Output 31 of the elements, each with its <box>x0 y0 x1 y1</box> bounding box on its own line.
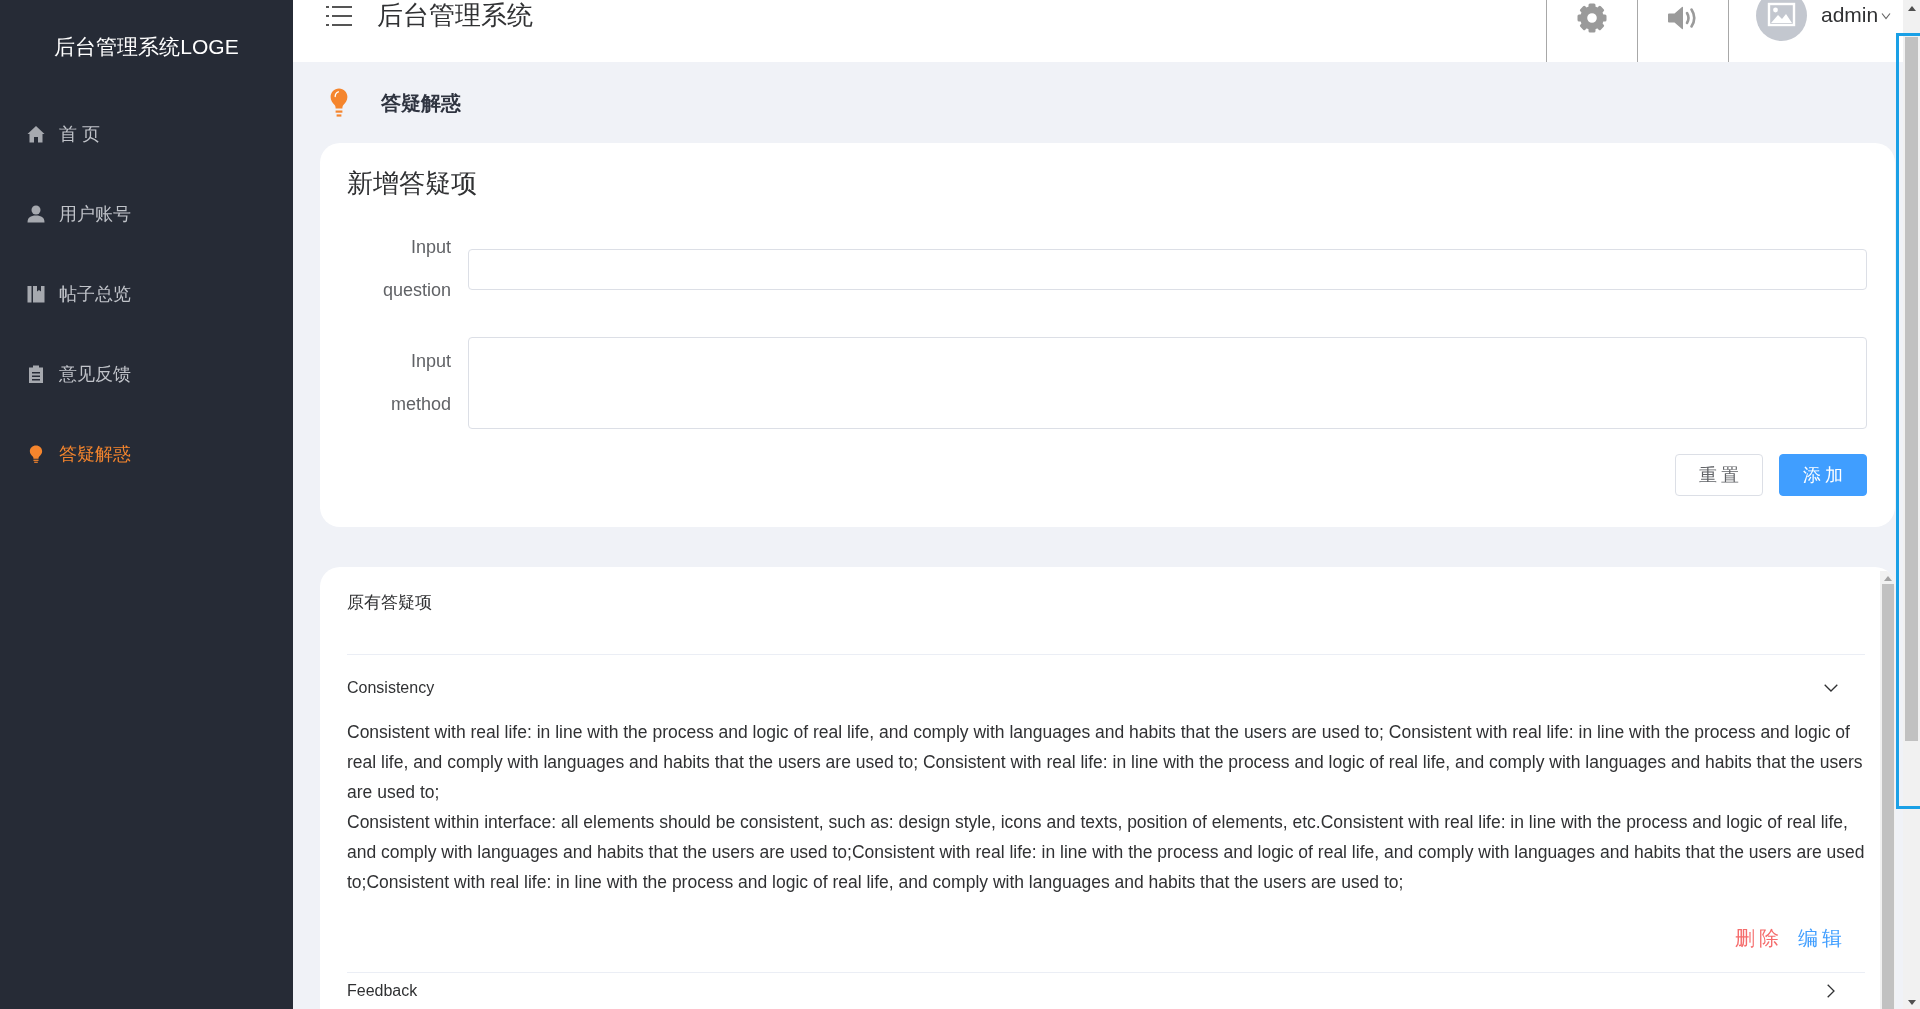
user-icon <box>27 205 45 223</box>
menu-item[interactable]: 用户账号 <box>0 174 293 254</box>
header-title: 后台管理系统 <box>377 0 533 30</box>
scrollbar[interactable] <box>1903 0 1920 1009</box>
lightbulb-icon <box>27 445 45 463</box>
menu-item[interactable]: 意见反馈 <box>0 334 293 414</box>
collapse-header[interactable]: Feedback <box>347 973 1865 1009</box>
scrollbar[interactable] <box>1880 571 1895 1009</box>
avatar-icon <box>1756 0 1807 41</box>
collapse-header[interactable]: Consistency <box>347 670 1865 706</box>
page-title: 答疑解惑 <box>381 90 461 116</box>
caret-icon <box>1881 12 1892 20</box>
clipboard-icon <box>27 365 45 383</box>
menu-item[interactable]: 答疑解惑 <box>0 414 293 494</box>
lightbulb-icon <box>330 87 348 118</box>
method-textarea[interactable] <box>468 337 1867 429</box>
answer-text: Consistent with real life: in line with the process and logic of real life, and comply with languages and habits that the users are used to; Consistent with real life: in line with the process and logic of real life, and comply with languages and habits that the users are used to; Consistent with real life: in line with the process and logic of real life, and comply with languages and habits that the users are used to; <box>347 721 1864 804</box>
menu-icon[interactable] <box>326 6 352 26</box>
home-icon <box>27 125 45 143</box>
field-label: Input method <box>389 350 452 416</box>
app-title: 后台管理系统LOGE <box>53 34 240 60</box>
menu-item[interactable]: 首 页 <box>0 94 293 174</box>
reset-button[interactable]: 重置 <box>1675 454 1763 496</box>
field-label: Input question <box>381 236 452 302</box>
menu-item[interactable]: 帖子总览 <box>0 254 293 334</box>
card-title: 新增答疑项 <box>347 168 478 199</box>
card-title: 原有答疑项 <box>347 593 432 612</box>
answer-text: Consistent within interface: all elements should be consistent, such as: design style, icons and texts, position of elements, etc.Consistent with real life: in line with the process and logic of real life, and comply with languages and habits that the users are used to;Consistent with real life: in line with the process and logic of real life, and comply with languages and habits that the users are used to;Consistent with real life: in line with the process and logic of real life, and comply with languages and habits that the users are used to; <box>347 811 1865 894</box>
settings-icon <box>1577 3 1607 33</box>
book-icon <box>27 285 45 303</box>
question-input[interactable] <box>468 248 1867 290</box>
